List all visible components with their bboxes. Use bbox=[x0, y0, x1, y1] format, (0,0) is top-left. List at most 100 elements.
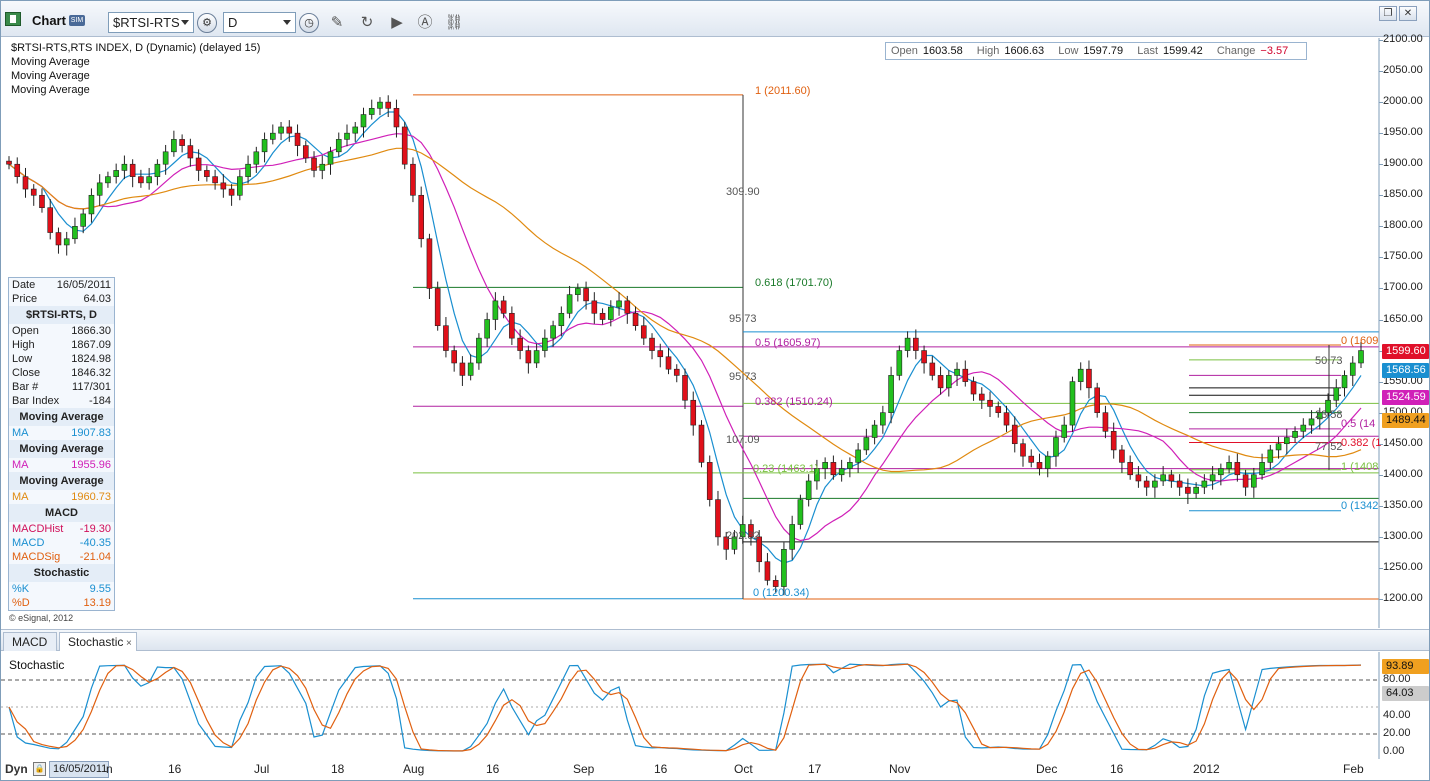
candle-body bbox=[542, 337, 548, 351]
chart-legend: $RTSI-RTS,RTS INDEX, D (Dynamic) (delaye… bbox=[11, 41, 260, 97]
candle-body bbox=[14, 163, 21, 177]
candle-body bbox=[822, 462, 828, 469]
candle-body bbox=[1086, 368, 1092, 389]
refresh-icon[interactable]: ↻ bbox=[357, 13, 377, 33]
candle-body bbox=[105, 176, 111, 184]
candle-body bbox=[1267, 449, 1274, 463]
lock-icon[interactable]: 🔒 bbox=[33, 762, 46, 776]
legend-ma1[interactable]: Moving Average bbox=[11, 55, 260, 69]
candle-body bbox=[129, 163, 136, 177]
candle-body bbox=[1176, 480, 1183, 488]
candle-body bbox=[1358, 350, 1364, 364]
price-axis-tick bbox=[1379, 71, 1383, 73]
candle-body bbox=[929, 362, 936, 376]
legend-ma2[interactable]: Moving Average bbox=[11, 69, 260, 83]
candle-body bbox=[533, 350, 540, 364]
fib-d3-label: 107.09 bbox=[726, 434, 760, 446]
info-high: High 1867.09 bbox=[12, 339, 111, 351]
time-axis-label: 16 bbox=[486, 762, 500, 776]
fib2-5-label: 0.5 (14 bbox=[1341, 418, 1376, 430]
stoch-axis-label: 80.00 bbox=[1383, 673, 1411, 685]
candle-body bbox=[451, 350, 457, 364]
fib-382-label: 0.382 (1510.24) bbox=[755, 396, 833, 408]
analysis-icon[interactable]: Ⓐ bbox=[415, 13, 435, 33]
candle-body bbox=[1036, 462, 1043, 469]
candle-body bbox=[47, 207, 54, 233]
candle-body bbox=[1044, 455, 1051, 469]
link-icon[interactable]: ⛓ bbox=[444, 13, 464, 33]
candle-body bbox=[360, 114, 367, 128]
symbol-settings-icon[interactable]: ⚙ bbox=[197, 13, 217, 33]
candle-body bbox=[1333, 387, 1340, 401]
candle-body bbox=[1160, 474, 1166, 482]
candle-body bbox=[855, 449, 861, 463]
candle-body bbox=[187, 145, 194, 159]
candle-body bbox=[632, 312, 639, 327]
price-axis-tick bbox=[1379, 599, 1383, 600]
price-axis-tick bbox=[1379, 288, 1383, 290]
candle-body bbox=[1193, 486, 1199, 494]
candle-body bbox=[500, 300, 507, 314]
info-close: Close 1846.32 bbox=[12, 367, 111, 379]
close-icon[interactable]: ✕ bbox=[1399, 6, 1417, 21]
candle-body bbox=[847, 462, 853, 469]
candle-body bbox=[575, 288, 581, 295]
fib2-r3-label: 1 (1408 bbox=[1341, 461, 1379, 473]
candle-body bbox=[781, 549, 787, 587]
fib-d4-label: 202.82 bbox=[726, 530, 760, 542]
chevron-down-icon[interactable] bbox=[283, 20, 291, 25]
price-axis-tick bbox=[1379, 102, 1383, 104]
chart-app-icon bbox=[5, 12, 21, 26]
time-axis-label: 2012 bbox=[1193, 762, 1220, 776]
copyright: © eSignal, 2012 bbox=[9, 613, 74, 623]
candle-body bbox=[484, 319, 490, 339]
high-value: 1606.63 bbox=[1004, 45, 1045, 57]
candle-body bbox=[682, 375, 688, 401]
time-axis-label: Feb bbox=[1343, 762, 1364, 776]
tab-macd[interactable]: MACD bbox=[3, 632, 57, 651]
time-axis[interactable]: Dyn 🔒 16/05/2011 n 16 Jul 18 Aug 16 Sep 16 Oct 17… bbox=[1, 759, 1379, 781]
info-ma3-title: Moving Average bbox=[9, 472, 114, 490]
legend-symbol[interactable]: $RTSI-RTS,RTS INDEX, D (Dynamic) (delaye… bbox=[11, 41, 260, 55]
candle-body bbox=[1077, 368, 1084, 382]
info-date: Date 16/05/2011 bbox=[12, 279, 111, 291]
stochastic-chart[interactable] bbox=[1, 652, 1429, 759]
play-icon[interactable]: ▶ bbox=[387, 13, 407, 33]
price-axis-tick bbox=[1379, 133, 1383, 135]
close-icon[interactable]: × bbox=[126, 634, 132, 653]
pencil-icon[interactable]: ✎ bbox=[327, 13, 347, 33]
restore-icon[interactable]: ❐ bbox=[1379, 6, 1397, 21]
candle-body bbox=[171, 139, 177, 153]
price-chart[interactable] bbox=[1, 38, 1429, 628]
candle-body bbox=[525, 350, 532, 364]
candle-body bbox=[1061, 424, 1068, 438]
tab-stochastic[interactable]: Stochastic × bbox=[59, 632, 137, 651]
interval-clock-icon[interactable]: ◷ bbox=[299, 13, 319, 33]
ma1-price-tag: 1568.56 bbox=[1382, 363, 1429, 378]
cursor-info-panel: Date 16/05/2011 Price 64.03 $RTSI-RTS, D O… bbox=[8, 277, 115, 611]
candle-body bbox=[30, 188, 37, 196]
chevron-down-icon[interactable] bbox=[181, 20, 189, 25]
price-axis-tick bbox=[1379, 505, 1383, 507]
symbol-combo[interactable]: $RTSI-RTS bbox=[108, 12, 194, 33]
candle-body bbox=[805, 480, 812, 500]
fib-range-label: 309.90 bbox=[726, 186, 760, 198]
time-axis-label: Dec bbox=[1036, 762, 1058, 776]
info-macd: MACD -40.35 bbox=[12, 537, 111, 549]
stoch-axis-label: 0.00 bbox=[1383, 745, 1405, 757]
time-axis-label: 18 bbox=[331, 762, 345, 776]
candle-body bbox=[63, 238, 70, 246]
price-axis-tick bbox=[1379, 164, 1383, 166]
stoch-k-tag: 93.89 bbox=[1382, 659, 1429, 674]
interval-combo[interactable]: D bbox=[223, 12, 296, 33]
candle-body bbox=[344, 132, 350, 140]
price-axis-label: 2000.00 bbox=[1383, 95, 1423, 108]
fib-bottom-label: 0 (1200.34) bbox=[753, 587, 810, 599]
legend-ma3[interactable]: Moving Average bbox=[11, 83, 260, 97]
info-d: %D 13.19 bbox=[12, 597, 111, 609]
candle-body bbox=[393, 108, 400, 128]
candle-body bbox=[1143, 480, 1150, 488]
candle-body bbox=[690, 399, 697, 426]
candle-body bbox=[789, 524, 795, 550]
candle-body bbox=[1349, 362, 1356, 376]
